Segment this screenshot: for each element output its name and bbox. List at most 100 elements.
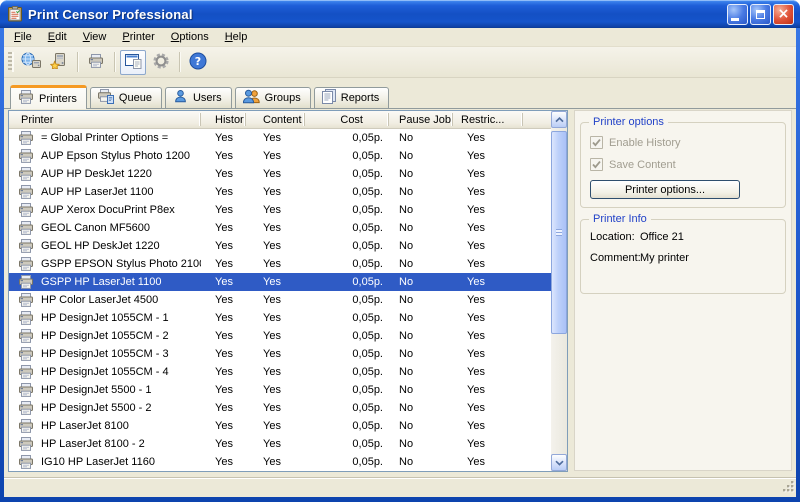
content-cell: Yes xyxy=(246,240,305,252)
cost-cell: 0,05p. xyxy=(305,276,389,288)
table-row[interactable]: GSPP HP LaserJet 1100YesYes0,05p.NoYes xyxy=(9,273,551,291)
table-row[interactable]: HP DesignJet 1055CM - 2YesYes0,05p.NoYes xyxy=(9,327,551,345)
content-cell: Yes xyxy=(246,186,305,198)
printer-icon xyxy=(18,455,34,469)
printer-name: AUP Epson Stylus Photo 1200 xyxy=(41,150,190,162)
table-row[interactable]: HP LaserJet 8100YesYes0,05p.NoYes xyxy=(9,417,551,435)
cost-cell: 0,05p. xyxy=(305,294,389,306)
printer-options-button[interactable]: Printer options... xyxy=(590,180,740,199)
save-content-checkbox[interactable]: Save Content xyxy=(590,158,676,171)
table-row[interactable]: HP DesignJet 5500 - 2YesYes0,05p.NoYes xyxy=(9,399,551,417)
table-row[interactable]: HP DesignJet 1055CM - 3YesYes0,05p.NoYes xyxy=(9,345,551,363)
content-cell: Yes xyxy=(246,312,305,324)
network-computers-button[interactable] xyxy=(18,50,44,75)
menu-item-file[interactable]: File xyxy=(6,29,40,46)
cost-cell: 0,05p. xyxy=(305,150,389,162)
table-row[interactable]: = Global Printer Options =YesYes0,05p.No… xyxy=(9,129,551,147)
settings-button[interactable] xyxy=(148,50,174,75)
printer-name: HP DesignJet 1055CM - 2 xyxy=(41,330,169,342)
pause-jobs-cell: No xyxy=(389,150,453,162)
content-cell: Yes xyxy=(246,294,305,306)
printer-name-cell: GSPP EPSON Stylus Photo 2100 xyxy=(9,257,201,271)
table-row[interactable]: HP LaserJet 8100 - 2YesYes0,05p.NoYes xyxy=(9,435,551,453)
cost-cell: 0,05p. xyxy=(305,420,389,432)
printer-name: = Global Printer Options = xyxy=(41,132,168,144)
printer-name: AUP HP LaserJet 1100 xyxy=(41,186,154,198)
resize-grip[interactable] xyxy=(781,479,795,496)
cost-cell: 0,05p. xyxy=(305,240,389,252)
tab-label: Groups xyxy=(265,92,301,104)
location-value: Office 21 xyxy=(640,231,684,243)
restrictions-cell: Yes xyxy=(453,312,523,324)
printer-name-cell: GSPP HP LaserJet 1100 xyxy=(9,275,201,289)
table-row[interactable]: HP DesignJet 1055CM - 1YesYes0,05p.NoYes xyxy=(9,309,551,327)
printer-name: HP DesignJet 5500 - 1 xyxy=(41,384,151,396)
content-cell: Yes xyxy=(246,330,305,342)
printer-name: GSPP EPSON Stylus Photo 2100 xyxy=(41,258,201,270)
table-row[interactable]: AUP HP LaserJet 1100YesYes0,05p.NoYes xyxy=(9,183,551,201)
restrictions-cell: Yes xyxy=(453,384,523,396)
printer-name-cell: AUP Xerox DocuPrint P8ex xyxy=(9,203,201,217)
close-button[interactable]: × xyxy=(773,4,794,25)
enable-history-checkbox[interactable]: Enable History xyxy=(590,136,681,149)
printer-icon xyxy=(18,419,34,433)
printer-name: HP DesignJet 1055CM - 4 xyxy=(41,366,169,378)
app-window: Print Censor Professional × FileEditView… xyxy=(0,0,800,502)
menu-bar: FileEditViewPrinterOptionsHelp xyxy=(4,28,796,47)
restrictions-cell: Yes xyxy=(453,420,523,432)
column-header-content[interactable]: Content xyxy=(246,111,305,128)
table-row[interactable]: GSPP EPSON Stylus Photo 2100YesYes0,05p.… xyxy=(9,255,551,273)
maximize-button[interactable] xyxy=(750,4,771,25)
help-button[interactable]: ? xyxy=(185,50,211,75)
comment-row: Comment: My printer xyxy=(590,252,689,264)
computer-alert-button[interactable] xyxy=(46,50,72,75)
menu-item-edit[interactable]: Edit xyxy=(40,29,75,46)
history-cell: Yes xyxy=(201,240,246,252)
menu-item-options[interactable]: Options xyxy=(163,29,217,46)
tab-printers[interactable]: Printers xyxy=(10,85,87,109)
table-row[interactable]: GEOL Canon MF5600YesYes0,05p.NoYes xyxy=(9,219,551,237)
table-row[interactable]: HP DesignJet 1055CM - 4YesYes0,05p.NoYes xyxy=(9,363,551,381)
menu-item-printer[interactable]: Printer xyxy=(114,29,162,46)
table-row[interactable]: IG10 HP LaserJet 1160YesYes0,05p.NoYes xyxy=(9,453,551,471)
table-row[interactable]: GEOL HP DeskJet 1220YesYes0,05p.NoYes xyxy=(9,237,551,255)
table-row[interactable]: HP Color LaserJet 4500YesYes0,05p.NoYes xyxy=(9,291,551,309)
table-row[interactable]: HP DesignJet 5500 - 1YesYes0,05p.NoYes xyxy=(9,381,551,399)
column-header-restrictions[interactable]: Restric... xyxy=(453,111,523,128)
menu-item-help[interactable]: Help xyxy=(217,29,256,46)
scrollbar-thumb[interactable] xyxy=(551,131,567,334)
restrictions-cell: Yes xyxy=(453,258,523,270)
toolbar-grip[interactable] xyxy=(8,52,12,72)
table-row[interactable]: AUP Xerox DocuPrint P8exYesYes0,05p.NoYe… xyxy=(9,201,551,219)
table-row[interactable]: AUP HP DeskJet 1220YesYes0,05p.NoYes xyxy=(9,165,551,183)
content-cell: Yes xyxy=(246,276,305,288)
menu-item-view[interactable]: View xyxy=(75,29,115,46)
scroll-down-button[interactable] xyxy=(551,454,567,471)
scroll-up-button[interactable] xyxy=(551,111,567,128)
column-header-history[interactable]: History xyxy=(201,111,246,128)
tab-groups[interactable]: Groups xyxy=(235,87,311,108)
vertical-scrollbar[interactable] xyxy=(551,111,567,471)
table-row[interactable]: AUP Epson Stylus Photo 1200YesYes0,05p.N… xyxy=(9,147,551,165)
tab-reports[interactable]: Reports xyxy=(314,87,390,108)
tab-users[interactable]: Users xyxy=(165,87,232,108)
printer-name-cell: HP Color LaserJet 4500 xyxy=(9,293,201,307)
computer-alert-icon xyxy=(50,52,69,72)
column-header-printer[interactable]: Printer xyxy=(9,111,201,128)
printer-name: GEOL HP DeskJet 1220 xyxy=(41,240,160,252)
restrictions-cell: Yes xyxy=(453,348,523,360)
restrictions-cell: Yes xyxy=(453,204,523,216)
minimize-button[interactable] xyxy=(727,4,748,25)
toolbar-separator xyxy=(179,52,180,72)
toggle-details-panel-button[interactable] xyxy=(120,50,146,75)
print-button[interactable] xyxy=(83,50,109,75)
column-header-pause-jobs[interactable]: Pause Jobs xyxy=(389,111,453,128)
tab-queue[interactable]: Queue xyxy=(90,87,162,108)
tab-strip: PrintersQueueUsers Groups Reports xyxy=(4,78,796,109)
history-cell: Yes xyxy=(201,132,246,144)
restrictions-cell: Yes xyxy=(453,402,523,414)
location-label: Location: xyxy=(590,231,640,243)
column-header-cost[interactable]: Cost xyxy=(305,111,389,128)
history-cell: Yes xyxy=(201,384,246,396)
printer-icon xyxy=(18,383,34,397)
